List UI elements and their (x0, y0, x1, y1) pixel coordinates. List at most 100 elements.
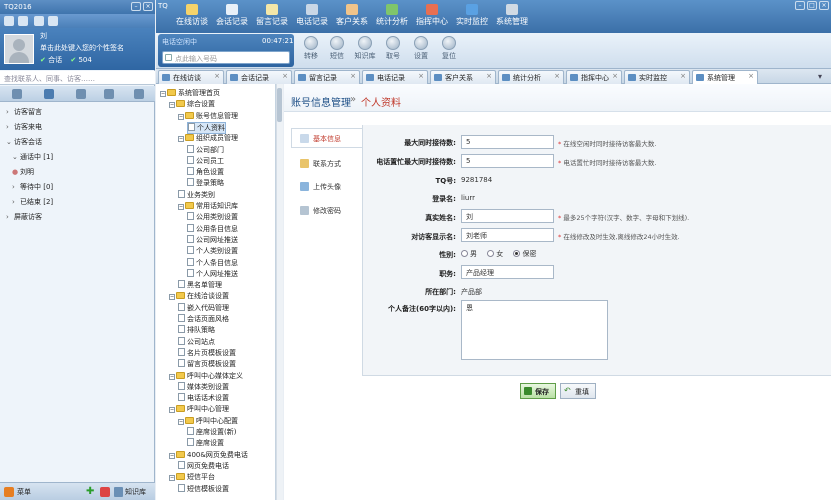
max-busy-input[interactable]: 5 (461, 154, 554, 168)
gender-female-radio[interactable] (487, 250, 495, 257)
nav-session-records[interactable]: 会话记录 (212, 4, 252, 27)
breadcrumb-section[interactable]: 账号信息管理 (291, 94, 351, 109)
collapse-icon[interactable]: − (178, 136, 184, 143)
tree-item[interactable]: − 在线洽谈设置 (169, 291, 229, 301)
knowledge-base-button[interactable]: 知识库 (352, 36, 378, 61)
tree-item[interactable]: 个人网址推送 (187, 268, 238, 279)
tab-session-records[interactable]: 会话记录 × (226, 70, 292, 84)
tree-item[interactable]: 公司员工 (187, 155, 224, 166)
tree-item[interactable]: − 400&网页免费电话 (169, 450, 248, 460)
maximize-icon[interactable]: □ (807, 1, 817, 10)
gender-secret-radio[interactable] (513, 250, 521, 257)
collapse-icon[interactable]: − (169, 452, 175, 459)
close-icon[interactable]: × (554, 72, 560, 80)
collapse-icon[interactable]: − (169, 373, 175, 380)
contact-search-input[interactable]: 查找联系人、同事、访客…… (0, 71, 155, 85)
collapse-icon[interactable]: − (178, 204, 184, 210)
tree-scrollbar[interactable] (276, 84, 283, 500)
tab-message-records[interactable]: 留言记录 × (294, 70, 360, 84)
sms-button[interactable]: 短信 (324, 36, 350, 61)
ended-item[interactable]: › 已结束 [2] (0, 197, 155, 207)
tab-phone-records[interactable]: 电话记录 × (362, 70, 428, 84)
visitor-message-item[interactable]: › 访客留言 (0, 107, 155, 117)
nav-command-center[interactable]: 指挥中心 (412, 4, 452, 27)
tab-message-icon[interactable] (12, 89, 22, 99)
reset-phone-button[interactable]: 复位 (436, 36, 462, 61)
add-icon[interactable]: ✚ (86, 486, 94, 497)
tree-item[interactable]: − 呼叫中心管理 (169, 404, 229, 414)
real-name-input[interactable]: 刘 (461, 209, 554, 223)
max-online-input[interactable]: 5 (461, 135, 554, 149)
nav-customer-relations[interactable]: 客户关系 (332, 4, 372, 27)
tree-item[interactable]: 媒体类别设置 (178, 381, 229, 392)
waiting-item[interactable]: › 等待中 [0] (0, 182, 155, 192)
close-icon[interactable]: × (350, 72, 356, 80)
tree-item[interactable]: 公司站点 (178, 336, 215, 347)
tree-item[interactable]: − 短信平台 (169, 472, 215, 482)
message-icon[interactable] (18, 16, 28, 26)
side-nav-avatar[interactable]: 上传头像 (300, 182, 341, 192)
contact-item[interactable]: ● 刘明 (0, 167, 155, 177)
tree-item[interactable]: 名片页模板设置 (178, 347, 236, 358)
collapse-icon[interactable]: − (169, 294, 175, 301)
tree-item[interactable]: − 常用话知识库 (178, 201, 238, 211)
in-call-item[interactable]: ⌄ 通话中 [1] (0, 152, 155, 162)
tab-history-icon[interactable] (134, 89, 144, 99)
nav-message-records[interactable]: 留言记录 (252, 4, 292, 27)
nav-statistics[interactable]: 统计分析 (372, 4, 412, 27)
take-number-button[interactable]: 取号 (380, 36, 406, 61)
tab-realtime-monitor[interactable]: 实时监控 × (624, 70, 690, 84)
collapse-icon[interactable]: − (169, 475, 175, 482)
tree-item[interactable]: 排队策略 (178, 325, 215, 335)
tree-item[interactable]: 公司部门 (187, 144, 224, 155)
menu-button[interactable]: 菜单 (17, 487, 31, 497)
close-icon[interactable]: × (612, 72, 618, 80)
tree-item[interactable]: 网页免费电话 (178, 460, 229, 471)
close-icon[interactable]: × (214, 72, 220, 80)
tab-people-icon[interactable] (104, 89, 114, 99)
collapse-icon[interactable]: − (169, 407, 175, 414)
profile-status[interactable]: ✔ 合话 ✔ 504 (40, 55, 92, 65)
dialpad-icon[interactable] (165, 54, 172, 61)
side-nav-basic-info[interactable]: 基本信息 (300, 134, 341, 144)
tab-menu-icon[interactable]: ▾ (818, 72, 822, 81)
tree-item[interactable]: 会话页面风格 (178, 314, 229, 324)
reset-button[interactable]: ↶ 重填 (560, 383, 596, 399)
tab-statistics[interactable]: 统计分析 × (498, 70, 564, 84)
collapse-icon[interactable]: − (178, 113, 184, 120)
save-button[interactable]: 保存 (520, 383, 556, 399)
phone-number-input[interactable]: 点此输入号码 (162, 51, 290, 64)
minimize-icon[interactable]: – (131, 2, 141, 11)
profile-signature[interactable]: 单击此处键入您的个性签名 (40, 43, 124, 53)
tree-item[interactable]: − 呼叫中心媒体定义 (169, 371, 243, 381)
minimize-icon[interactable]: – (795, 1, 805, 10)
tree-item[interactable]: 角色设置 (187, 167, 224, 177)
close-icon[interactable]: × (282, 72, 288, 80)
visitor-name-input[interactable]: 刘老师 (461, 228, 554, 242)
remark-textarea[interactable]: 恩 (461, 300, 608, 360)
tree-item[interactable]: 登录策略 (187, 178, 224, 188)
close-icon[interactable]: × (819, 1, 829, 10)
transfer-button[interactable]: 转移 (298, 36, 324, 61)
side-nav-password[interactable]: 修改密码 (300, 206, 341, 216)
tab-online-chat[interactable]: 在线访谈 × (158, 70, 224, 84)
tab-command-center[interactable]: 指挥中心 × (566, 70, 622, 84)
tree-item[interactable]: − 组织成员管理 (178, 133, 238, 143)
blocked-visitor-item[interactable]: › 屏蔽访客 (0, 212, 155, 222)
nav-realtime-monitor[interactable]: 实时监控 (452, 4, 492, 27)
nav-phone-records[interactable]: 电话记录 (292, 4, 332, 27)
tree-item[interactable]: 公用类别设置 (187, 212, 238, 222)
gender-male-radio[interactable] (461, 250, 468, 257)
tree-item[interactable]: 个人条目信息 (187, 257, 238, 268)
tree-item[interactable]: − 呼叫中心配置 (178, 416, 238, 426)
tree-item[interactable]: 公司网址推送 (187, 234, 238, 245)
tree-scroll-thumb[interactable] (277, 88, 282, 122)
tree-item[interactable]: − 综合设置 (169, 99, 215, 109)
close-icon[interactable]: × (418, 72, 424, 80)
avatar[interactable] (4, 34, 34, 64)
tree-item[interactable]: 嵌入代码管理 (178, 302, 229, 313)
tree-item[interactable]: − 系统管理首页 (160, 88, 220, 98)
skin-icon[interactable] (48, 16, 58, 26)
knowledge-button[interactable]: 知识库 (125, 487, 146, 497)
tree-item[interactable]: 公用条目信息 (187, 223, 238, 234)
